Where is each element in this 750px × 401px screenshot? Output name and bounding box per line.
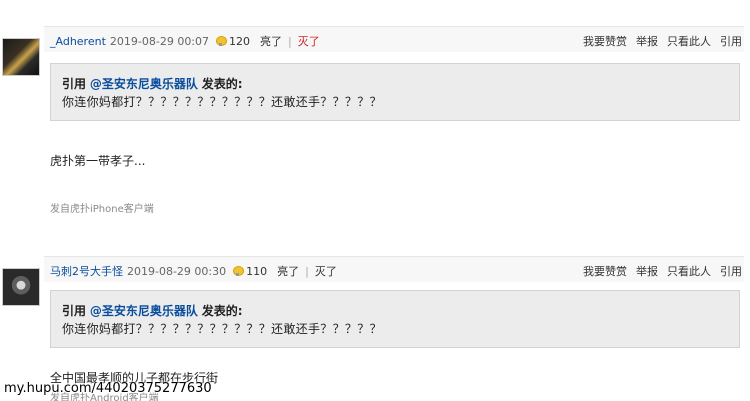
lightbulb-icon (233, 266, 245, 276)
report-button[interactable]: 举报 (636, 33, 658, 49)
quote-suffix: 发表的: (201, 77, 243, 91)
reply-post: 马刺2号大手怪 2019-08-29 00:30 110 亮了 | 灭了 我要赞… (0, 252, 750, 401)
avatar[interactable] (2, 268, 40, 306)
quote-block: 引用 @圣安东尼奥乐器队 发表的: 你连你妈都打？？？？？？？？？？？还敢还手？… (50, 290, 740, 348)
lightbulb-icon (216, 36, 228, 46)
quote-prefix: 引用 (62, 77, 87, 91)
quote-user-link[interactable]: @圣安东尼奥乐器队 (90, 77, 198, 91)
report-button[interactable]: 举报 (636, 263, 658, 279)
divider: | (305, 264, 309, 278)
unlight-button[interactable]: 灭了 (315, 263, 337, 279)
reward-button[interactable]: 我要赞赏 (583, 263, 627, 279)
username-link[interactable]: 马刺2号大手怪 (50, 263, 123, 279)
quote-header: 引用 @圣安东尼奥乐器队 发表的: (62, 302, 243, 319)
reply-post: _Adherent 2019-08-29 00:07 120 亮了 | 灭了 我… (0, 22, 750, 252)
light-button[interactable]: 亮了 (260, 33, 282, 49)
quote-prefix: 引用 (62, 304, 87, 318)
client-source: 发自虎扑iPhone客户端 (50, 204, 154, 215)
reply-text: 虎扑第一带孝子... (50, 154, 146, 168)
quote-block: 引用 @圣安东尼奥乐器队 发表的: 你连你妈都打？？？？？？？？？？？还敢还手？… (50, 63, 740, 121)
only-this-user-button[interactable]: 只看此人 (667, 263, 711, 279)
quote-header: 引用 @圣安东尼奥乐器队 发表的: (62, 75, 243, 92)
post-meta: _Adherent 2019-08-29 00:07 120 亮了 | 灭了 (50, 33, 320, 49)
post-meta: 马刺2号大手怪 2019-08-29 00:30 110 亮了 | 灭了 (50, 263, 337, 279)
light-count: 110 (246, 264, 268, 278)
post-actions: 我要赞赏 举报 只看此人 引用 (583, 33, 742, 49)
post-actions: 我要赞赏 举报 只看此人 引用 (583, 263, 742, 279)
light-button[interactable]: 亮了 (277, 263, 299, 279)
quote-button[interactable]: 引用 (720, 263, 742, 279)
only-this-user-button[interactable]: 只看此人 (667, 33, 711, 49)
divider: | (288, 34, 292, 48)
light-count: 120 (229, 34, 251, 48)
username-link[interactable]: _Adherent (50, 35, 106, 48)
avatar[interactable] (2, 38, 40, 76)
quote-text: 你连你妈都打？？？？？？？？？？？还敢还手？？？？？ (62, 322, 382, 336)
watermark: my.hupu.com/44020375277630 (4, 381, 212, 396)
quote-user-link[interactable]: @圣安东尼奥乐器队 (90, 304, 198, 318)
post-timestamp: 2019-08-29 00:07 (109, 34, 210, 48)
quote-suffix: 发表的: (201, 304, 243, 318)
quote-button[interactable]: 引用 (720, 33, 742, 49)
unlight-button[interactable]: 灭了 (298, 33, 320, 49)
reward-button[interactable]: 我要赞赏 (583, 33, 627, 49)
quote-text: 你连你妈都打？？？？？？？？？？？还敢还手？？？？？ (62, 95, 382, 109)
post-timestamp: 2019-08-29 00:30 (127, 264, 227, 278)
